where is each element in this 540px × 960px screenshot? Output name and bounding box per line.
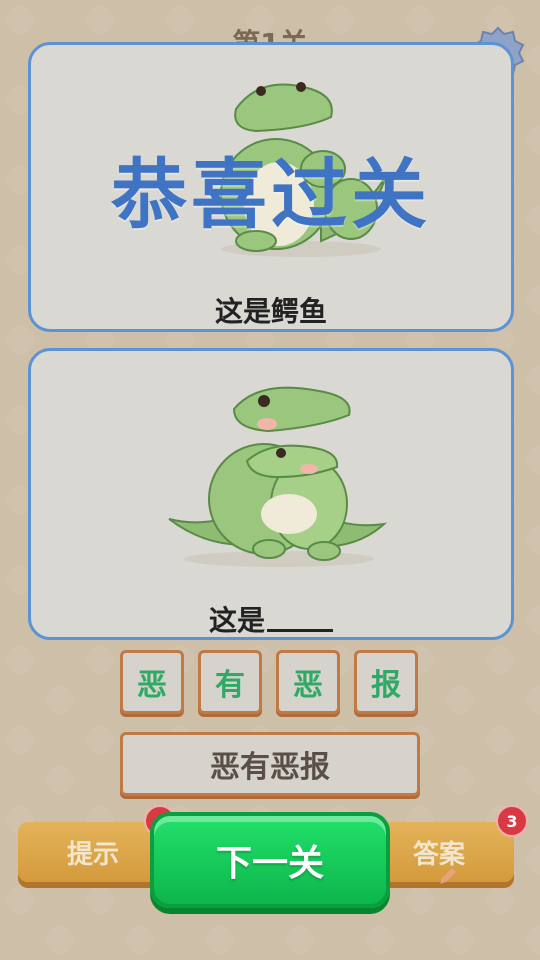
answer-box[interactable]: 恶有恶报: [120, 732, 420, 796]
tile-2[interactable]: 有: [198, 650, 262, 714]
answer-blank: [267, 629, 333, 632]
example-card: 恭喜过关 这是鳄鱼: [28, 42, 514, 332]
tile-3[interactable]: 恶: [276, 650, 340, 714]
answer-badge: 3: [496, 805, 528, 837]
pencil-icon: [440, 868, 456, 884]
tile-1[interactable]: 恶: [120, 650, 184, 714]
next-level-button[interactable]: 下一关: [150, 812, 390, 908]
tile-4[interactable]: 报: [354, 650, 418, 714]
example-caption: 这是鳄鱼: [214, 295, 327, 328]
question-card: 这是: [28, 348, 514, 640]
crocodile-hug-illustration: [168, 386, 388, 567]
question-caption: 这是: [31, 599, 511, 639]
hint-button[interactable]: 提示: [18, 822, 168, 882]
question-prefix: 这是: [208, 604, 265, 637]
congrats-banner: 恭喜过关: [111, 150, 431, 239]
character-tiles: 恶 有 恶 报: [120, 650, 418, 714]
